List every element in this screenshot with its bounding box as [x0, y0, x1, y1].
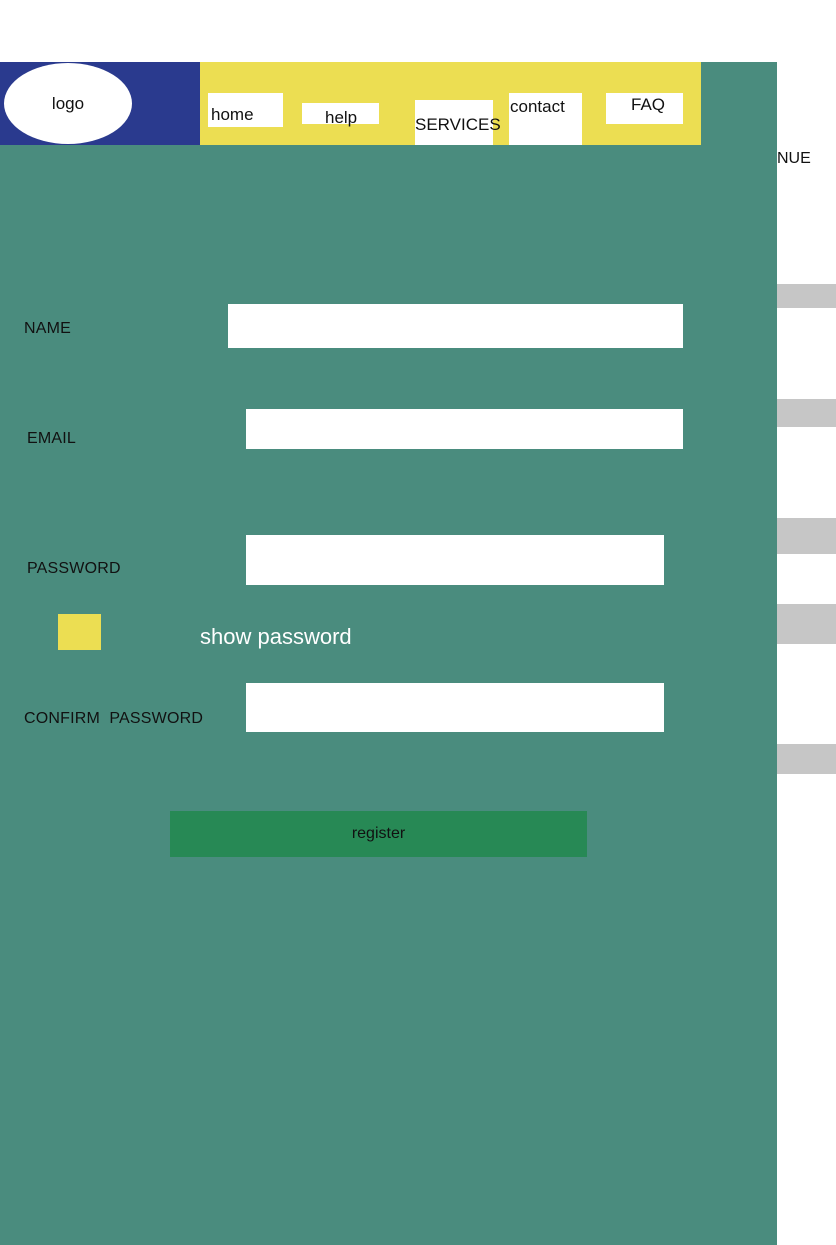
- nav-faq-label: FAQ: [631, 95, 666, 114]
- logo[interactable]: logo: [4, 63, 132, 144]
- confirm-password-input[interactable]: [246, 683, 664, 732]
- nav-home[interactable]: home: [208, 93, 283, 127]
- email-input[interactable]: [246, 409, 683, 449]
- email-label: EMAIL: [27, 430, 77, 447]
- side-bar: [777, 518, 836, 554]
- show-password-checkbox[interactable]: [58, 614, 101, 650]
- show-password-label: show password: [200, 624, 352, 649]
- nav-contact[interactable]: contact: [509, 93, 582, 145]
- side-bar: [777, 284, 836, 308]
- nav-contact-label: contact: [510, 97, 565, 116]
- register-button-label: register: [351, 825, 406, 842]
- logo-text: logo: [51, 93, 85, 113]
- name-label: NAME: [24, 320, 72, 337]
- password-input[interactable]: [246, 535, 664, 585]
- confirm-password-label: CONFIRM PASSWORD: [24, 710, 204, 727]
- nav-faq[interactable]: FAQ: [606, 93, 683, 124]
- side-bar: [777, 744, 836, 774]
- overflow-text: NUE: [777, 150, 811, 167]
- side-bar: [777, 399, 836, 427]
- nav-home-label: home: [211, 105, 254, 124]
- nav-services[interactable]: SERVICES: [415, 100, 501, 145]
- registration-panel: [0, 62, 777, 1245]
- nav-help[interactable]: help: [302, 103, 379, 127]
- name-input[interactable]: [228, 304, 683, 348]
- password-label: PASSWORD: [27, 560, 121, 577]
- nav-services-label: SERVICES: [415, 115, 501, 134]
- register-button[interactable]: register: [170, 811, 587, 857]
- nav-help-label: help: [325, 108, 358, 127]
- side-bar: [777, 604, 836, 644]
